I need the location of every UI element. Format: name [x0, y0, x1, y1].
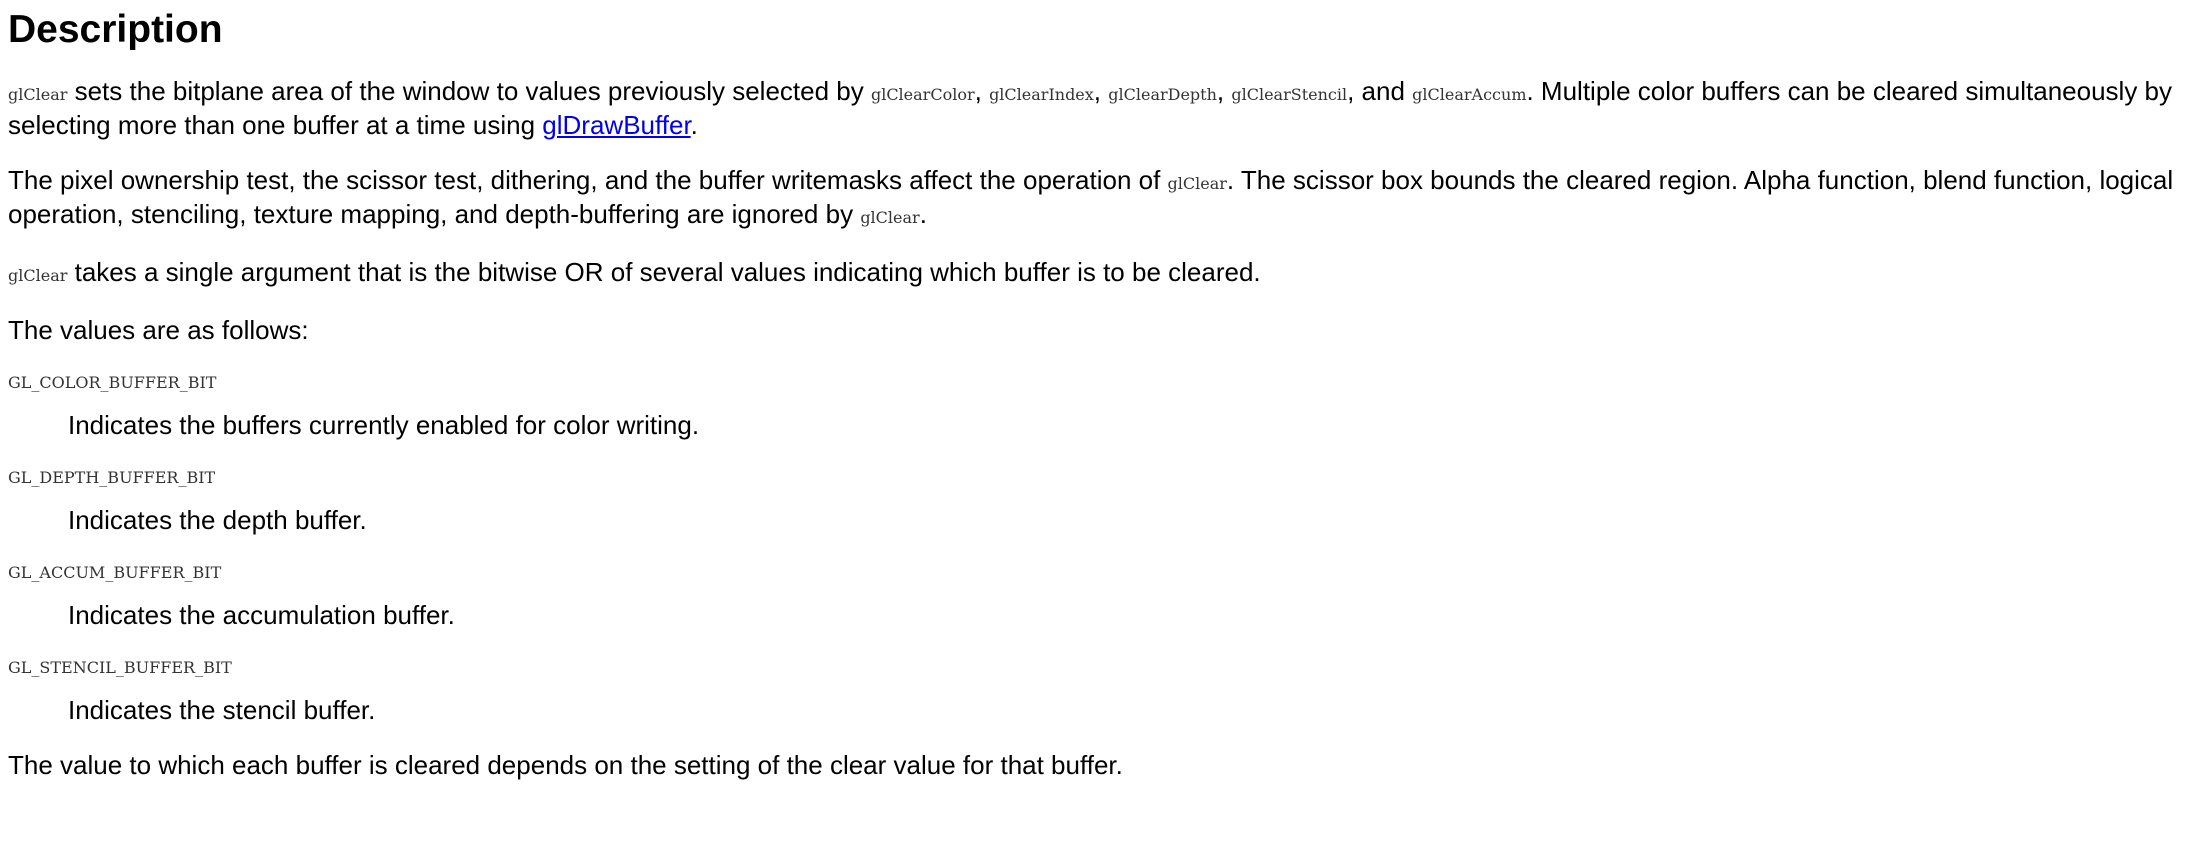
value-term: GL_STENCIL_BUFFER_BIT [8, 658, 232, 677]
gldrawbuffer-link[interactable]: glDrawBuffer [542, 110, 690, 140]
text-run: sets the bitplane area of the window to … [67, 76, 871, 106]
function-name: glClearAccum [1412, 85, 1527, 104]
separator: , [974, 76, 990, 106]
separator: , [1093, 76, 1109, 106]
value-term: GL_DEPTH_BUFFER_BIT [8, 468, 216, 487]
function-name: glClearDepth [1108, 85, 1217, 104]
value-description: Indicates the stencil buffer. [68, 695, 376, 725]
paragraph-overview: glClear sets the bitplane area of the wi… [8, 76, 2192, 141]
values-list: GL_COLOR_BUFFER_BIT Indicates the buffer… [8, 370, 2192, 726]
text-run: . [690, 110, 698, 140]
value-description: Indicates the accumulation buffer. [68, 600, 455, 630]
value-term: GL_ACCUM_BUFFER_BIT [8, 563, 222, 582]
text-run: The pixel ownership test, the scissor te… [8, 165, 1168, 195]
paragraph-values-intro: The values are as follows: [8, 315, 309, 345]
function-name: glClearIndex [989, 85, 1094, 104]
function-name: glClearColor [870, 85, 975, 104]
value-description: Indicates the buffers currently enabled … [68, 410, 700, 440]
value-term: GL_COLOR_BUFFER_BIT [8, 373, 217, 392]
paragraph-tests: The pixel ownership test, the scissor te… [8, 165, 2192, 233]
text-run: takes a single argument that is the bitw… [67, 257, 1261, 287]
page: Description glClear sets the bitplane ar… [0, 4, 2200, 781]
paragraph-clear-value: The value to which each buffer is cleare… [8, 750, 1123, 780]
value-description: Indicates the depth buffer. [68, 505, 367, 535]
function-name: glClear [860, 208, 920, 227]
function-name: glClear [8, 266, 68, 285]
function-name: glClearStencil [1231, 85, 1348, 104]
separator: , and [1347, 76, 1413, 106]
paragraph-argument: glClear takes a single argument that is … [8, 257, 2192, 291]
function-name: glClear [8, 85, 68, 104]
text-run: . [919, 199, 927, 229]
separator: , [1216, 76, 1232, 106]
section-heading: Description [8, 8, 223, 51]
function-name: glClear [1167, 174, 1227, 193]
